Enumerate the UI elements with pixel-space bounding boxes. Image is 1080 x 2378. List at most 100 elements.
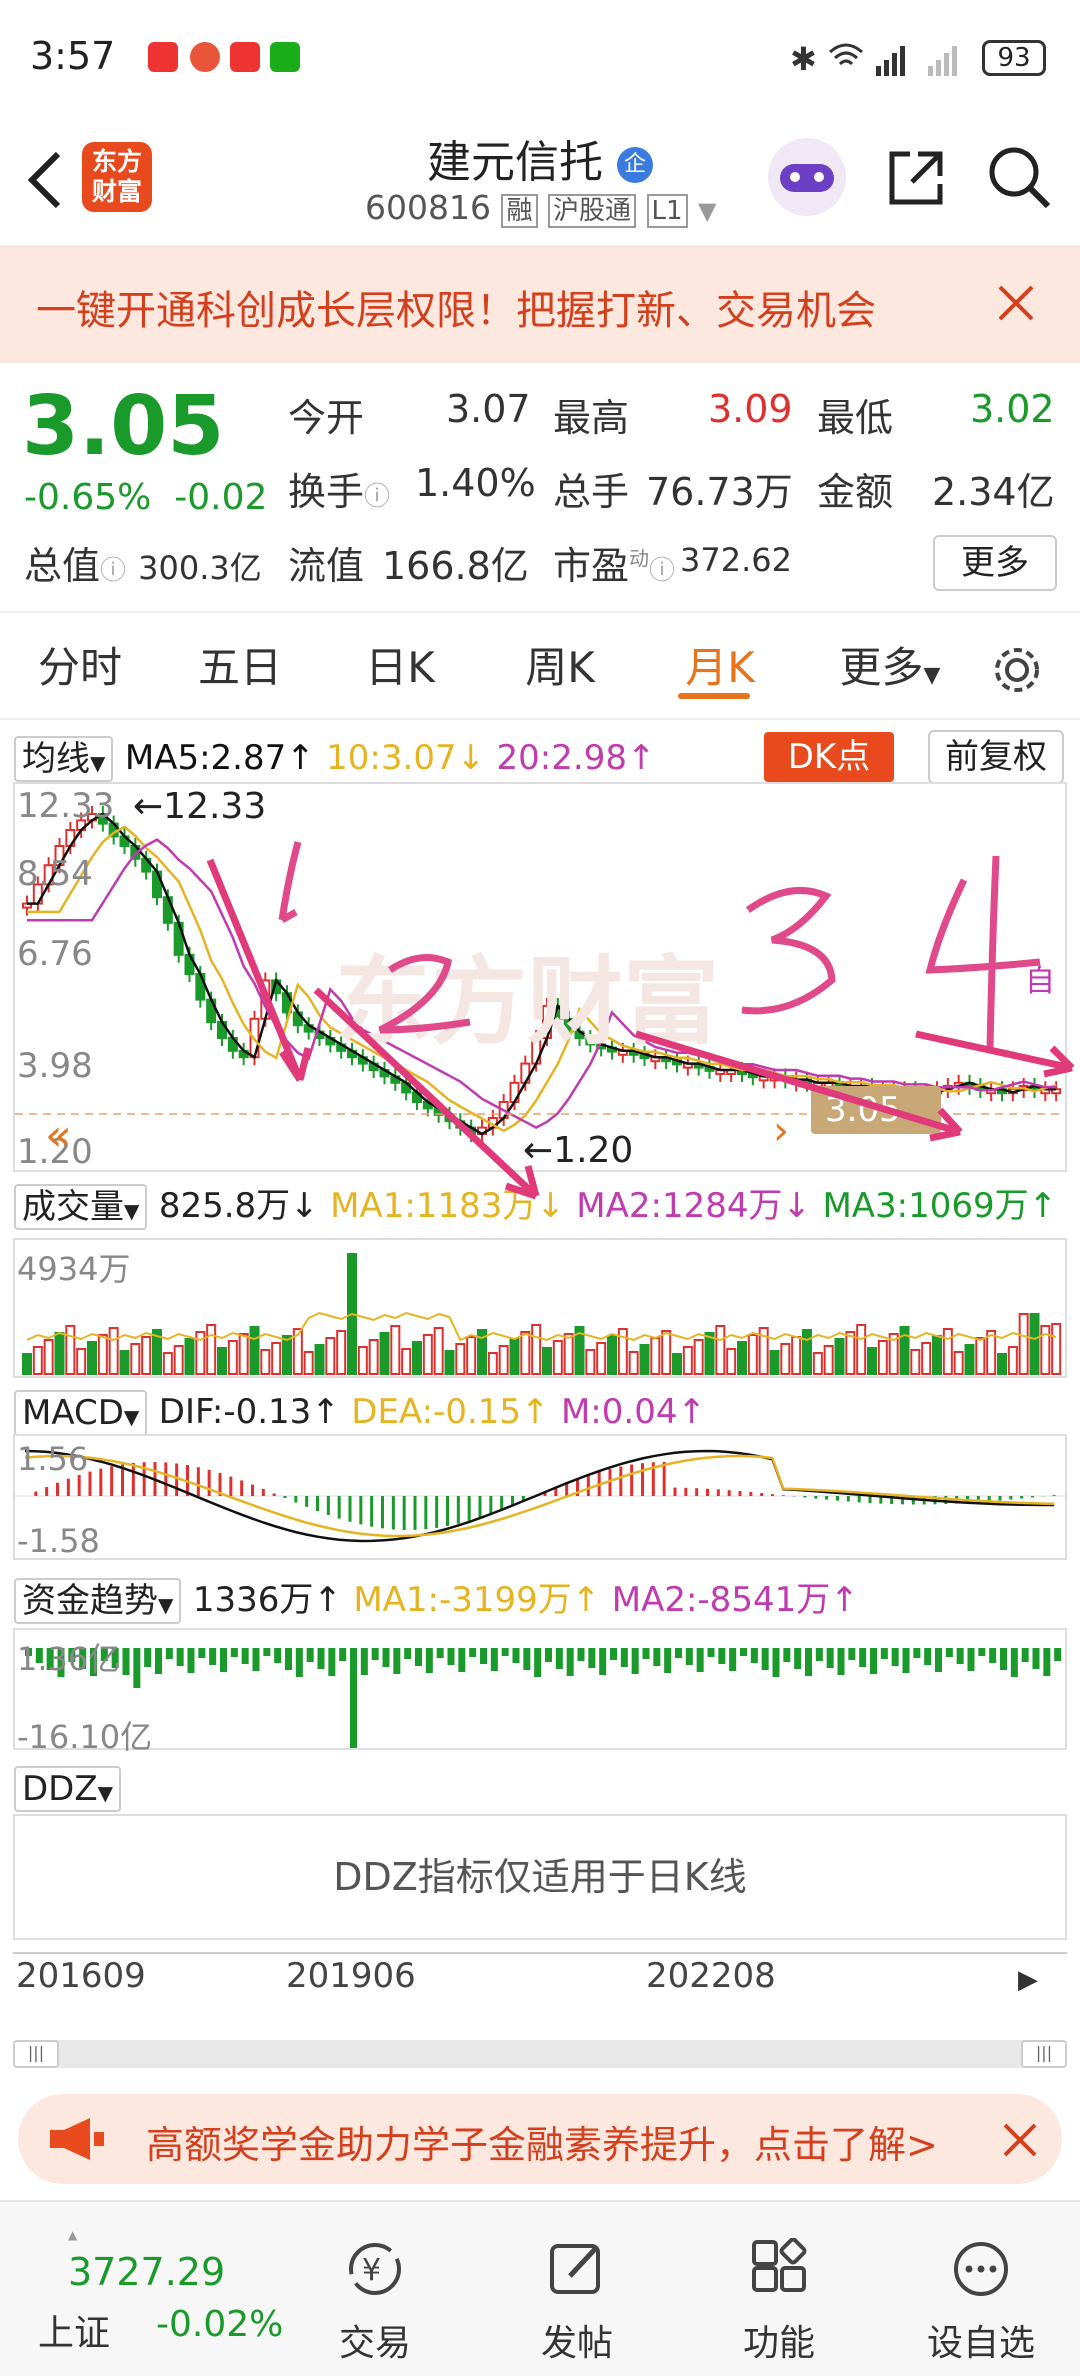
volume-bar xyxy=(672,1353,682,1375)
stat-label: 换手 xyxy=(288,470,365,514)
volume-bar xyxy=(986,1330,997,1375)
info-icon[interactable]: ⓘ xyxy=(649,556,675,586)
stat-label-pe: 市盈动ⓘ xyxy=(553,535,675,590)
stat-label-turnover: 换手ⓘ xyxy=(288,461,390,516)
promo-bar[interactable]: 高额奖学金助力学子金融素养提升，点击了解> xyxy=(18,2094,1062,2184)
tab-intraday[interactable]: 分时 xyxy=(20,615,140,720)
dk-point-button[interactable]: DK点 xyxy=(764,732,894,782)
status-bar: 3:57 ✱ 93 xyxy=(0,0,1080,120)
kline-panel[interactable]: 东方财富 12.33 8.54 6.76 3.98 1.20 ←12.33 ←1… xyxy=(13,782,1067,1172)
volume-bar xyxy=(542,1347,552,1375)
close-icon[interactable] xyxy=(996,283,1036,323)
volume-value: 825.8万↓ xyxy=(158,1186,319,1226)
volume-selector[interactable]: 成交量▼ xyxy=(14,1184,148,1230)
timeline-label-3: 202208 xyxy=(646,1956,776,1996)
stat-value-amount: 2.34亿 xyxy=(932,470,1055,514)
adjust-button[interactable]: 前复权 xyxy=(928,730,1064,784)
index-quote[interactable]: ▲ 3727.29 上证 -0.02% xyxy=(30,2222,290,2362)
fund-bar xyxy=(631,1648,639,1674)
fund-bar xyxy=(295,1648,303,1677)
ddz-selector[interactable]: DDZ▼ xyxy=(14,1766,122,1812)
tab-more[interactable]: 更多▼ xyxy=(820,615,960,720)
macd-selector[interactable]: MACD▼ xyxy=(14,1390,148,1436)
change-percent: -0.65% xyxy=(24,477,152,518)
volume-ma3: MA3:1069万↑ xyxy=(822,1186,1058,1226)
auto-label[interactable]: 自 xyxy=(1025,956,1061,999)
scrollbar-right-handle[interactable]: ||| xyxy=(1021,2040,1067,2068)
chevron-down-icon[interactable]: ▼ xyxy=(698,197,716,225)
stat-label-float: 流值 xyxy=(288,544,365,588)
tab-monthly-k[interactable]: 月K xyxy=(660,615,780,720)
fund-bar xyxy=(826,1648,834,1668)
info-icon[interactable]: ⓘ xyxy=(364,482,390,512)
nav-add-watchlist[interactable]: 设自选 xyxy=(906,2202,1056,2378)
caret-down-icon: ▼ xyxy=(158,1593,174,1617)
timeline-next-button[interactable]: ▶ xyxy=(1004,1956,1052,2004)
macd-dea: DEA:-0.15↑ xyxy=(351,1392,550,1432)
low-marker: ←1.20 xyxy=(523,1130,634,1171)
fund-bar xyxy=(761,1648,769,1670)
fund-bar xyxy=(805,1648,812,1676)
fund-bar xyxy=(350,1648,357,1748)
search-icon[interactable] xyxy=(986,144,1052,210)
more-button[interactable]: 更多 xyxy=(933,535,1057,591)
nav-functions-label: 功能 xyxy=(742,2323,815,2364)
macd-panel[interactable]: 1.56 -1.58 xyxy=(13,1434,1067,1560)
fund-bar xyxy=(306,1648,314,1662)
gear-icon[interactable] xyxy=(990,643,1044,697)
robot-assistant-icon[interactable] xyxy=(768,138,846,216)
volume-bar xyxy=(249,1326,260,1375)
nav-post[interactable]: 发帖 xyxy=(502,2202,652,2378)
fund-bar xyxy=(978,1648,986,1656)
ma-legend-row: 均线▼ MA5:2.87↑ 10:3.07↓ 20:2.98↑ xyxy=(0,728,1080,788)
chart-scrollbar[interactable]: ||| ||| xyxy=(13,2040,1067,2068)
info-icon[interactable]: ⓘ xyxy=(100,556,126,586)
volume-bar xyxy=(444,1350,455,1375)
share-icon[interactable] xyxy=(884,146,948,210)
ddz-selector-label: DDZ xyxy=(22,1769,98,1809)
volume-bar xyxy=(802,1329,812,1375)
period-tabs: 分时 五日 日K 周K 月K 更多▼ xyxy=(0,615,1080,720)
tab-weekly-k[interactable]: 周K xyxy=(500,615,620,720)
macd-y-top: 1.56 xyxy=(17,1440,89,1478)
scroll-right-button[interactable]: › xyxy=(773,1108,789,1154)
fund-bar xyxy=(815,1648,823,1661)
current-price: 3.05 xyxy=(22,379,225,474)
fund-bar xyxy=(1043,1648,1051,1676)
scroll-left-button[interactable]: « xyxy=(45,1110,72,1161)
quote-panel: 3.05 -0.65% -0.02 总值ⓘ 300.3亿 今开 3.07 最高 … xyxy=(0,363,1080,613)
active-tab-indicator xyxy=(678,693,750,699)
nav-functions[interactable]: 功能 xyxy=(704,2202,854,2378)
fund-bar xyxy=(436,1648,444,1658)
fund-panel[interactable]: 1.36亿 -16.10亿 xyxy=(13,1628,1067,1756)
volume-bar xyxy=(823,1345,834,1375)
fund-bar xyxy=(880,1648,888,1659)
volume-bar xyxy=(357,1346,368,1375)
ma-selector[interactable]: 均线▼ xyxy=(14,736,114,782)
fund-bar xyxy=(642,1648,650,1659)
macd-chart xyxy=(15,1449,1065,1543)
volume-bar xyxy=(509,1338,520,1375)
fund-bar xyxy=(675,1648,682,1658)
promo-banner[interactable]: 一键开通科创成长层权限！把握打新、交易机会 xyxy=(0,245,1080,363)
svg-text:¥: ¥ xyxy=(362,2253,381,2288)
tab-daily-k[interactable]: 日K xyxy=(340,615,460,720)
stat-value-low: 3.02 xyxy=(970,387,1055,431)
nav-trade-label: 交易 xyxy=(338,2323,411,2364)
close-icon[interactable] xyxy=(1002,2122,1038,2158)
tab-five-day[interactable]: 五日 xyxy=(180,615,300,720)
stat-label: 市盈 xyxy=(553,544,630,588)
volume-bar xyxy=(22,1353,32,1375)
ma10-value: 10:3.07↓ xyxy=(326,738,486,778)
fund-bar xyxy=(685,1648,693,1665)
price-tag: 3.05 xyxy=(811,1086,941,1134)
scrollbar-left-handle[interactable]: ||| xyxy=(13,2040,59,2068)
volume-panel[interactable]: 4934万 xyxy=(13,1238,1067,1378)
fund-bar xyxy=(696,1648,704,1672)
fund-selector[interactable]: 资金趋势▼ xyxy=(14,1578,182,1624)
nav-trade[interactable]: ¥ 交易 xyxy=(300,2202,450,2378)
volume-bar xyxy=(650,1337,661,1375)
fund-bar xyxy=(165,1648,173,1659)
macd-m: M:0.04↑ xyxy=(560,1392,706,1432)
fund-bar xyxy=(187,1648,195,1673)
